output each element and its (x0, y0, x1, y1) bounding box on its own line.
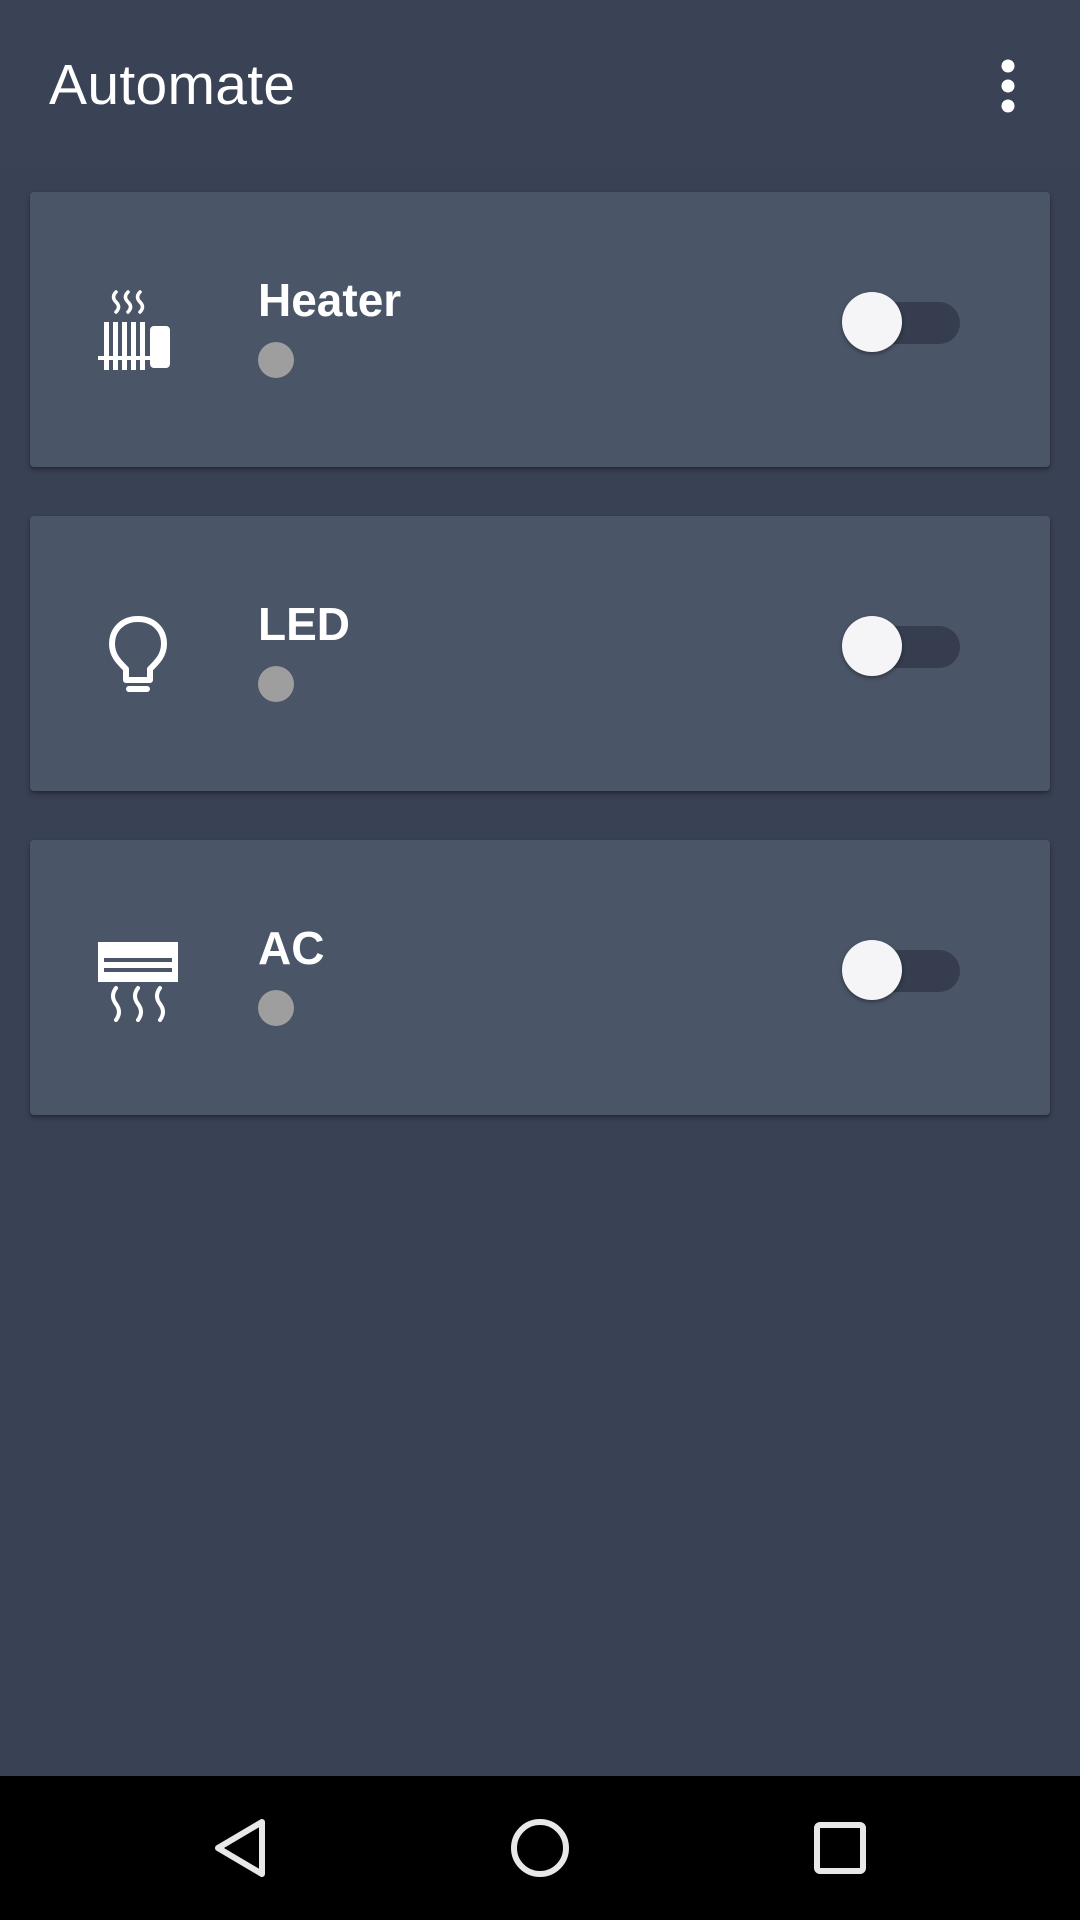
toggle-switch[interactable] (842, 938, 962, 1002)
toggle-switch[interactable] (842, 614, 962, 678)
back-triangle-icon (215, 1819, 265, 1877)
more-vert-icon (1001, 59, 1015, 113)
air-conditioner-icon (90, 932, 186, 1028)
device-card-ac[interactable]: AC (30, 840, 1050, 1115)
device-list: Heater LED AC (30, 192, 1050, 1164)
device-name: Heater (258, 274, 402, 326)
toggle-thumb (842, 292, 902, 352)
device-card-heater[interactable]: Heater (30, 192, 1050, 467)
status-indicator (258, 342, 294, 378)
home-button[interactable] (490, 1798, 590, 1898)
recents-button[interactable] (790, 1798, 890, 1898)
radiator-icon (90, 284, 186, 380)
home-circle-icon (511, 1819, 569, 1877)
status-indicator (258, 666, 294, 702)
device-name: AC (258, 922, 325, 974)
recents-square-icon (814, 1822, 866, 1874)
lightbulb-icon (90, 608, 186, 704)
overflow-menu-button[interactable] (980, 46, 1036, 126)
status-indicator (258, 990, 294, 1026)
app-title: Automate (49, 53, 296, 117)
toggle-thumb (842, 940, 902, 1000)
system-nav-bar (0, 1776, 1080, 1920)
device-name: LED (258, 598, 350, 650)
device-card-led[interactable]: LED (30, 516, 1050, 791)
toggle-switch[interactable] (842, 290, 962, 354)
back-button[interactable] (190, 1798, 290, 1898)
app-bar: Automate (0, 0, 1080, 170)
toggle-thumb (842, 616, 902, 676)
